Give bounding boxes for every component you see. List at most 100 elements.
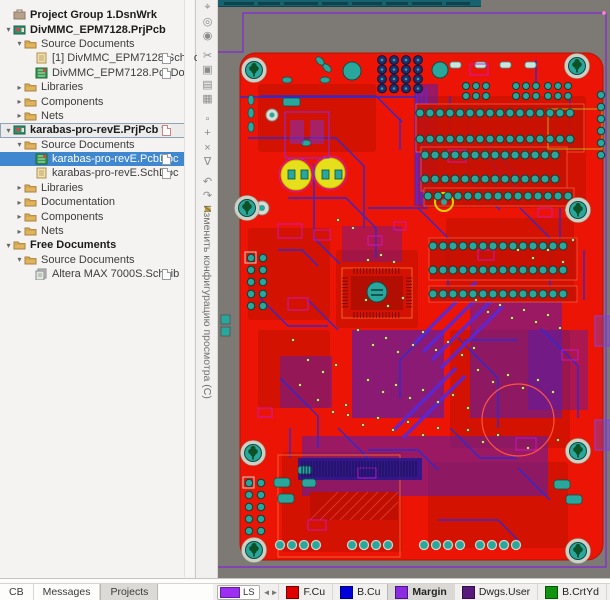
page-modified-icon [162, 125, 171, 136]
tree-item-source-documents[interactable]: ▾Source Documents [0, 37, 187, 51]
schdoc-icon [35, 52, 49, 64]
tree-item-label: Libraries [41, 81, 83, 93]
tree-item-label: [1] DivMMC_EPM7128.SchDoc [52, 52, 205, 64]
folder-icon [24, 211, 38, 223]
move-icon[interactable]: + [197, 126, 218, 141]
collapsed-arrow-icon[interactable]: ▸ [15, 212, 24, 221]
collapsed-arrow-icon[interactable]: ▸ [15, 198, 24, 207]
expanded-arrow-icon[interactable]: ▾ [4, 25, 13, 34]
layer-tab-b-crtyd[interactable]: B.CrtYd [537, 584, 606, 600]
pcbdoc-icon [35, 67, 49, 79]
zoom-selection-icon[interactable]: ◉ [197, 29, 218, 44]
layer-tab-label: Margin [412, 586, 446, 598]
schlib-icon [35, 268, 49, 280]
undo-icon[interactable]: ↶ [197, 175, 218, 190]
tree-item-label: karabas-pro-revE.PcbDoc [52, 153, 179, 165]
expanded-arrow-icon[interactable]: ▾ [15, 39, 24, 48]
tree-item-components[interactable]: ▸Components [0, 209, 187, 223]
tree-item-label: Altera MAX 7000S.SchLib [52, 268, 179, 280]
tree-item-project-group-1-dsnwrk[interactable]: Project Group 1.DsnWrk [0, 8, 187, 22]
tree-item-nets[interactable]: ▸Nets [0, 109, 187, 123]
zoom-icon[interactable]: ◎ [197, 15, 218, 30]
layer-tab-b-cu[interactable]: B.Cu [332, 584, 387, 600]
project-icon [13, 124, 27, 136]
tree-item-source-documents[interactable]: ▾ Source Documents [0, 138, 187, 152]
folder-icon [24, 110, 38, 122]
folder-open-icon [24, 254, 38, 266]
tree-item-source-documents[interactable]: ▾ Source Documents [0, 253, 187, 267]
tree-item-libraries[interactable]: ▸ Libraries [0, 80, 187, 94]
cut-icon[interactable]: ✂ [197, 49, 218, 64]
project-tree: Project Group 1.DsnWrk▾DivMMC_EPM7128.Pr… [0, 8, 187, 281]
application-window: Project Group 1.DsnWrk▾DivMMC_EPM7128.Pr… [0, 0, 610, 600]
panel-tab-bar: CBMessagesProjects [0, 584, 213, 600]
selection-rect-icon[interactable]: ▫ [197, 112, 218, 127]
projects-panel-scrollbar[interactable] [184, 0, 194, 577]
tree-item-label: Project Group 1.DsnWrk [30, 9, 157, 21]
tree-item-altera-max-7000s-schlib[interactable]: Altera MAX 7000S.SchLib [0, 267, 187, 281]
collapsed-arrow-icon[interactable]: ▸ [15, 183, 24, 192]
tree-item-karabas-pro-reve-schdoc[interactable]: karabas-pro-revE.SchDoc [0, 166, 187, 180]
folder-open-icon [13, 239, 27, 251]
layer-tab-dwgs-user[interactable]: Dwgs.User [454, 584, 537, 600]
layer-color-swatch [462, 586, 475, 599]
tree-item-1-divmmc-epm7128-schdoc[interactable]: [1] DivMMC_EPM7128.SchDoc [0, 51, 187, 65]
layer-scroll-right-button[interactable]: ► [271, 588, 279, 597]
layer-tabs: F.CuB.CuMarginDwgs.UserB.CrtYdF.CrtYdB.F… [278, 584, 610, 600]
layer-scroll-left-button[interactable]: ◄ [263, 588, 271, 597]
expanded-arrow-icon[interactable]: ▾ [15, 140, 24, 149]
tree-item-karabas-pro-reve-pcbdoc[interactable]: karabas-pro-revE.PcbDoc [0, 152, 187, 166]
tree-item-label: Source Documents [41, 139, 135, 151]
tree-item-label: Nets [41, 225, 64, 237]
layer-color-swatch [340, 586, 353, 599]
page-icon [162, 269, 171, 280]
pcb-editor-canvas[interactable] [218, 0, 610, 578]
layer-tab-f-cu[interactable]: F.Cu [278, 584, 332, 600]
layer-tab-f-crtyd[interactable]: F.CrtYd [606, 584, 610, 600]
tree-item-documentation[interactable]: ▸ Documentation [0, 195, 187, 209]
tree-item-free-documents[interactable]: ▾ Free Documents [0, 238, 187, 252]
tree-item-label: Free Documents [30, 239, 116, 251]
tree-item-label: Documentation [41, 196, 115, 208]
expanded-arrow-icon[interactable]: ▾ [4, 241, 13, 250]
tree-item-karabas-pro-reve-prjpcb[interactable]: ▾karabas-pro-revE.PrjPcb * [0, 123, 187, 137]
layer-set-label: LS [243, 587, 255, 598]
layer-tab-bar: LS ◄ ► F.Cu B.Cu Margin Dwgs.User B.CrtYdF.C… [213, 584, 610, 600]
project-icon [13, 24, 27, 36]
layer-tab-margin[interactable]: Margin [387, 584, 453, 600]
filter-icon[interactable]: ∇ [197, 155, 218, 170]
pcb-board-graphic[interactable] [218, 0, 610, 578]
tree-item-label: Source Documents [41, 254, 135, 266]
panel-tab-projects[interactable]: Projects [100, 584, 158, 600]
panel-tab-cb[interactable]: CB [0, 584, 34, 600]
bottom-bar: CBMessagesProjects LS ◄ ► F.Cu B.Cu Margin… [0, 583, 610, 600]
layer-tab-label: Dwgs.User [479, 586, 530, 598]
folder-icon [24, 81, 38, 93]
tree-item-divmmc-epm7128-pcbdoc[interactable]: DivMMC_EPM7128.PcbDoc [0, 66, 187, 80]
panel-tab-messages[interactable]: Messages [34, 584, 101, 600]
expanded-arrow-icon[interactable]: ▾ [4, 126, 13, 135]
tree-item-components[interactable]: ▸Components [0, 94, 187, 108]
redo-icon[interactable]: ↷ [197, 189, 218, 204]
collapsed-arrow-icon[interactable]: ▸ [15, 111, 24, 120]
copy-icon[interactable]: ▣ [197, 63, 218, 78]
paste-icon[interactable]: ▤ [197, 78, 218, 93]
tree-item-nets[interactable]: ▸ Nets [0, 224, 187, 238]
select-icon[interactable]: ⌖ [197, 0, 218, 15]
folder-open-icon [24, 38, 38, 50]
tree-item-divmmc-epm7128-prjpcb[interactable]: ▾DivMMC_EPM7128.PrjPcb [0, 22, 187, 36]
layer-set-selector[interactable]: LS [217, 585, 260, 600]
collapsed-arrow-icon[interactable]: ▸ [15, 83, 24, 92]
view-configuration-vertical-tab[interactable]: Изменить конфигурацию просмотра (C) [201, 205, 213, 399]
delete-icon[interactable]: × [197, 141, 218, 156]
folder-icon [24, 225, 38, 237]
page-icon [162, 168, 171, 179]
collapsed-arrow-icon[interactable]: ▸ [15, 97, 24, 106]
expanded-arrow-icon[interactable]: ▾ [15, 255, 24, 264]
collapsed-arrow-icon[interactable]: ▸ [15, 227, 24, 236]
layer-tab-label: F.Cu [303, 586, 325, 598]
layer-color-swatch [286, 586, 299, 599]
folder-open-icon [24, 139, 38, 151]
tree-item-libraries[interactable]: ▸Libraries [0, 181, 187, 195]
print-icon[interactable]: ▦ [197, 92, 218, 107]
